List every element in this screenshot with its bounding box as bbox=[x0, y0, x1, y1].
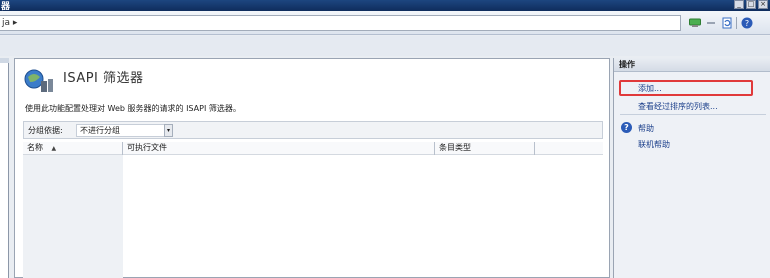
window-controls: _ □ × bbox=[734, 0, 768, 9]
close-button[interactable]: × bbox=[758, 0, 768, 9]
connections-tree[interactable] bbox=[0, 58, 9, 278]
actions-divider bbox=[620, 114, 766, 115]
column-header-executable[interactable]: 可执行文件 bbox=[123, 142, 435, 155]
feature-panel: ISAPI 筛选器 使用此功能配置处理对 Web 服务器的请求的 ISAPI 筛… bbox=[14, 58, 610, 278]
actions-header: 操作 bbox=[614, 58, 770, 72]
group-by-value: 不进行分组 bbox=[80, 126, 120, 135]
refresh-icon[interactable] bbox=[720, 16, 733, 29]
column-header-empty bbox=[535, 142, 603, 155]
add-link[interactable]: 添加... bbox=[638, 83, 662, 94]
column-label-executable: 可执行文件 bbox=[127, 143, 167, 152]
group-by-select[interactable]: 不进行分组 ▾ bbox=[76, 124, 173, 137]
list-header: 名称 ▲ 可执行文件 条目类型 bbox=[23, 142, 603, 155]
column-label-name: 名称 bbox=[27, 143, 43, 152]
online-help-link[interactable]: 联机帮助 bbox=[638, 139, 670, 150]
minimize-button[interactable]: _ bbox=[734, 0, 744, 9]
page-title: ISAPI 筛选器 bbox=[63, 71, 144, 86]
svg-text:?: ? bbox=[744, 19, 748, 28]
column-header-name[interactable]: 名称 ▲ bbox=[23, 142, 123, 155]
stop-icon[interactable] bbox=[704, 16, 717, 29]
address-bar[interactable]: ja ▸ bbox=[0, 15, 681, 31]
feature-description: 使用此功能配置处理对 Web 服务器的请求的 ISAPI 筛选器。 bbox=[25, 104, 241, 113]
isapi-filter-icon bbox=[24, 69, 53, 92]
name-column-body bbox=[23, 155, 123, 278]
menu-strip bbox=[0, 36, 770, 56]
group-by-label: 分组依据: bbox=[28, 126, 63, 135]
column-header-entry-type[interactable]: 条目类型 bbox=[435, 142, 535, 155]
address-text: ja ▸ bbox=[2, 18, 18, 28]
chevron-down-icon[interactable]: ▾ bbox=[164, 124, 173, 137]
group-by-bar: 分组依据: 不进行分组 ▾ bbox=[23, 121, 603, 139]
address-bar-row: ja ▸ ? bbox=[0, 11, 770, 35]
toolbar-icons: ? bbox=[688, 16, 753, 29]
sort-ascending-icon: ▲ bbox=[51, 145, 57, 152]
maximize-button[interactable]: □ bbox=[746, 0, 756, 9]
actions-pane: 操作 添加... 查看经过排序的列表... ? 帮助 联机帮助 bbox=[613, 58, 770, 278]
tree-header bbox=[0, 58, 9, 63]
toolbar-separator bbox=[736, 16, 737, 29]
window-titlebar: 器 _ □ × bbox=[0, 0, 770, 12]
network-icon[interactable] bbox=[688, 16, 701, 29]
view-sorted-list-link[interactable]: 查看经过排序的列表... bbox=[638, 101, 718, 112]
help-icon: ? bbox=[621, 122, 632, 133]
help-icon[interactable]: ? bbox=[740, 16, 753, 29]
help-link[interactable]: 帮助 bbox=[638, 123, 654, 134]
column-label-entry-type: 条目类型 bbox=[439, 143, 471, 152]
